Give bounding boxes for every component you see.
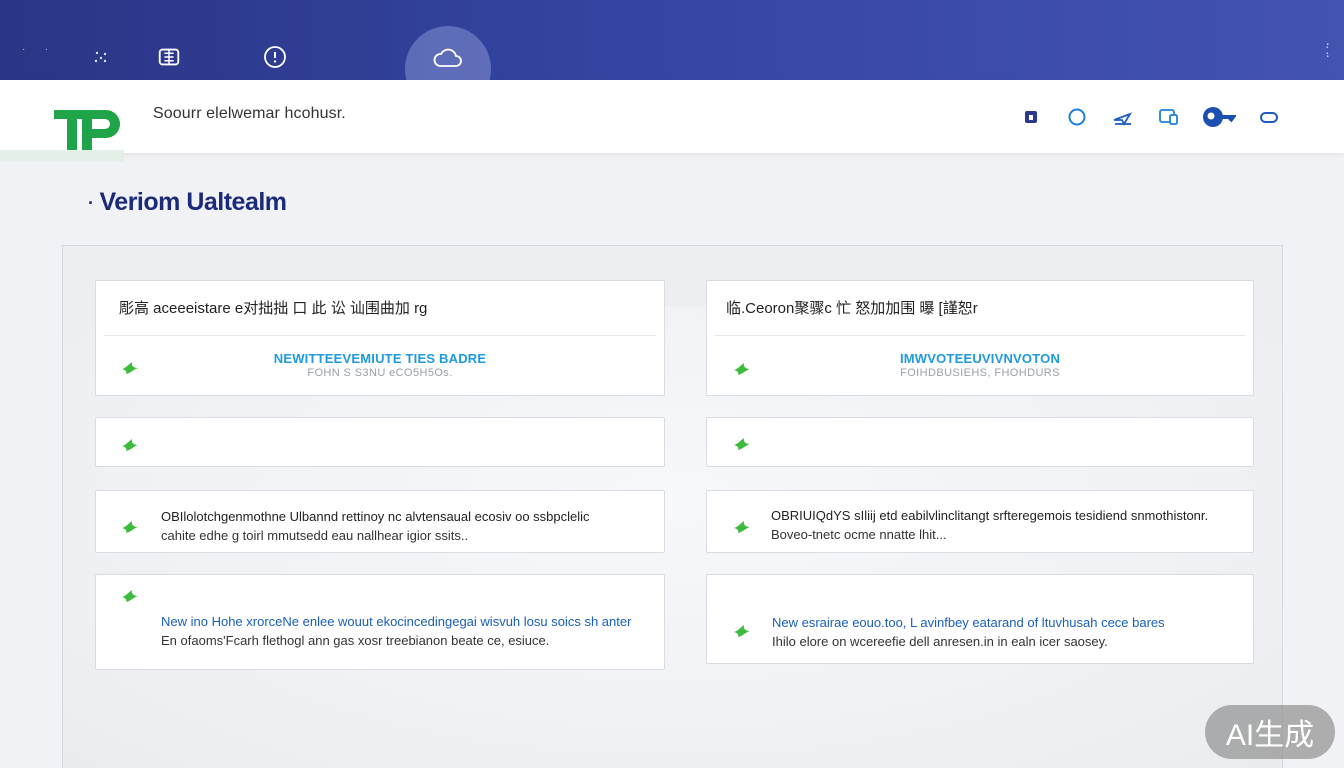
leaf-icon — [734, 625, 750, 637]
card-text-line2: cahite edhe g toirl mmutsedd eau nallhea… — [161, 528, 469, 543]
sparkle-icon[interactable] — [88, 44, 114, 70]
card-heading: 临.Ceoron聚骤c 忙 怒加加围 曝 [謹恕r — [726, 300, 978, 317]
leaf-icon — [734, 438, 750, 450]
leaf-icon — [122, 439, 138, 451]
leaf-icon — [122, 590, 138, 602]
card-text: New ino Hohe xrorceNe enlee wouut ekocin… — [161, 612, 661, 650]
card-left-top[interactable]: 彫高 aceeeistare e对拙拙 口 此 讼 讪围曲加 rg NEWITT… — [95, 280, 665, 396]
card-right-second[interactable] — [706, 417, 1254, 467]
leaf-icon — [734, 521, 750, 533]
ai-generated-watermark: AI生成 — [1205, 705, 1335, 759]
devices-icon[interactable] — [1156, 104, 1182, 130]
content-panel: 彫高 aceeeistare e对拙拙 口 此 讼 讪围曲加 rg NEWITT… — [62, 245, 1283, 768]
card-text-line2: Ihilo elore on wcereefie dell anresen.in… — [772, 634, 1108, 649]
cloud-icon — [433, 48, 462, 67]
page-title-text: Veriom Ualtealm — [99, 188, 288, 216]
card-right-top[interactable]: 临.Ceoron聚骤c 忙 怒加加围 曝 [謹恕r IMWVOTEEUVIVNV… — [706, 280, 1254, 396]
card-text-line1[interactable]: New esrairae eouo.too, L avinfbey eatara… — [772, 613, 1242, 632]
cloud-button[interactable] — [405, 26, 491, 80]
card-text-line2: Boveo-tnetc ocme nnatte lhit... — [771, 527, 947, 542]
card-text: OBRIUIQdYS sIliij etd eabilvlinclitangt … — [771, 506, 1249, 544]
card-text: OBIlolotchgenmothne Ulbannd rettinoy nc … — [161, 507, 656, 545]
logo-underline — [0, 150, 124, 162]
lock-icon[interactable] — [1018, 104, 1044, 130]
card-subtext: FOHN S S3NU eCO5H5Os. — [307, 367, 453, 379]
card-text-line1: OBRIUIQdYS sIliij etd eabilvlinclitangt … — [771, 508, 1209, 523]
cloud-outline-icon[interactable] — [1256, 104, 1282, 130]
send-icon[interactable] — [1110, 104, 1136, 130]
app-logo[interactable] — [52, 104, 124, 150]
card-text-line1[interactable]: New ino Hohe xrorceNe enlee wouut ekocin… — [161, 612, 661, 631]
card-left-second[interactable] — [95, 417, 665, 467]
title-bullet: · — [88, 192, 94, 213]
top-bar: · · ·: · — [0, 0, 1344, 80]
card-divider — [104, 335, 656, 336]
leaf-icon — [122, 521, 138, 533]
card-right-fourth[interactable]: New esrairae eouo.too, L avinfbey eatara… — [706, 574, 1254, 664]
card-link[interactable]: NEWITTEEVEMIUTE TIES BADRE — [96, 351, 664, 366]
card-right-third[interactable]: OBRIUIQdYS sIliij etd eabilvlinclitangt … — [706, 490, 1254, 553]
chip-icon[interactable] — [156, 44, 182, 70]
card-subtext: FOIHDBUSIEHS, FHOHDURS — [900, 367, 1060, 379]
key-icon[interactable] — [1202, 104, 1236, 130]
header-title: Soourr elelwemar hcohusr. — [153, 105, 346, 122]
card-text: New esrairae eouo.too, L avinfbey eatara… — [772, 613, 1242, 651]
info-icon[interactable] — [262, 44, 288, 70]
card-divider — [715, 335, 1245, 336]
circle-icon[interactable] — [1064, 104, 1090, 130]
header-toolbar — [1018, 104, 1282, 130]
card-text-line1: OBIlolotchgenmothne Ulbannd rettinoy nc … — [161, 509, 590, 524]
app-header: Soourr elelwemar hcohusr. — [0, 80, 1344, 162]
card-heading: 彫高 aceeeistare e对拙拙 口 此 讼 讪围曲加 rg — [119, 300, 428, 317]
more-vertical-icon[interactable]: ·: · — [1325, 36, 1330, 62]
page-title: · Veriom Ualtealm — [88, 188, 287, 217]
card-left-fourth[interactable]: New ino Hohe xrorceNe enlee wouut ekocin… — [95, 574, 665, 670]
dots-icon: · · — [22, 44, 49, 55]
card-left-third[interactable]: OBIlolotchgenmothne Ulbannd rettinoy nc … — [95, 490, 665, 553]
card-text-line2: En ofaoms'Fcarh flethogl ann gas xosr tr… — [161, 633, 550, 648]
card-link[interactable]: IMWVOTEEUVIVNVOTON — [707, 351, 1253, 366]
